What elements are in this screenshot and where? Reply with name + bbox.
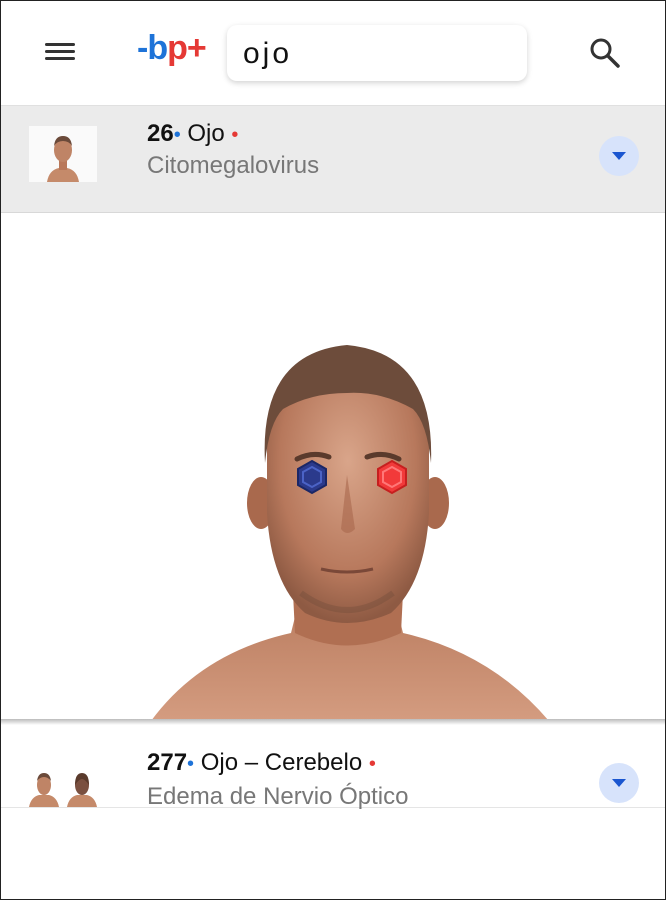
expand-button[interactable] — [599, 763, 639, 803]
result-title: 26• Ojo • — [147, 120, 239, 147]
chevron-down-icon — [612, 152, 626, 160]
blue-dot: • — [173, 124, 181, 146]
search-input[interactable] — [241, 33, 515, 75]
chevron-down-icon — [612, 779, 626, 787]
menu-icon[interactable] — [45, 39, 79, 67]
result-subtitle: Edema de Nervio Óptico — [147, 783, 409, 810]
blue-dot: • — [187, 753, 195, 775]
red-dot: • — [368, 753, 376, 775]
result-row[interactable]: 26• Ojo • Citomegalovirus — [1, 106, 665, 213]
head-thumbnail — [27, 765, 99, 807]
red-dot: • — [231, 124, 239, 146]
head-illustration-panel — [1, 213, 665, 721]
result-subtitle: Citomegalovirus — [147, 152, 320, 179]
expand-button[interactable] — [599, 136, 639, 176]
search-icon[interactable] — [587, 35, 623, 71]
panel-divider — [1, 719, 665, 725]
result-title: 277• Ojo – Cerebelo • — [147, 749, 376, 776]
app-frame: -bp+ 26• Ojo • Citomega — [0, 0, 666, 900]
result-row[interactable]: 277• Ojo – Cerebelo • Edema de Nervio Óp… — [1, 731, 665, 810]
head-illustration — [151, 345, 549, 721]
top-bar: -bp+ — [1, 1, 665, 106]
head-thumbnail — [29, 126, 97, 182]
app-logo: -bp+ — [137, 29, 207, 67]
search-box — [227, 25, 527, 81]
